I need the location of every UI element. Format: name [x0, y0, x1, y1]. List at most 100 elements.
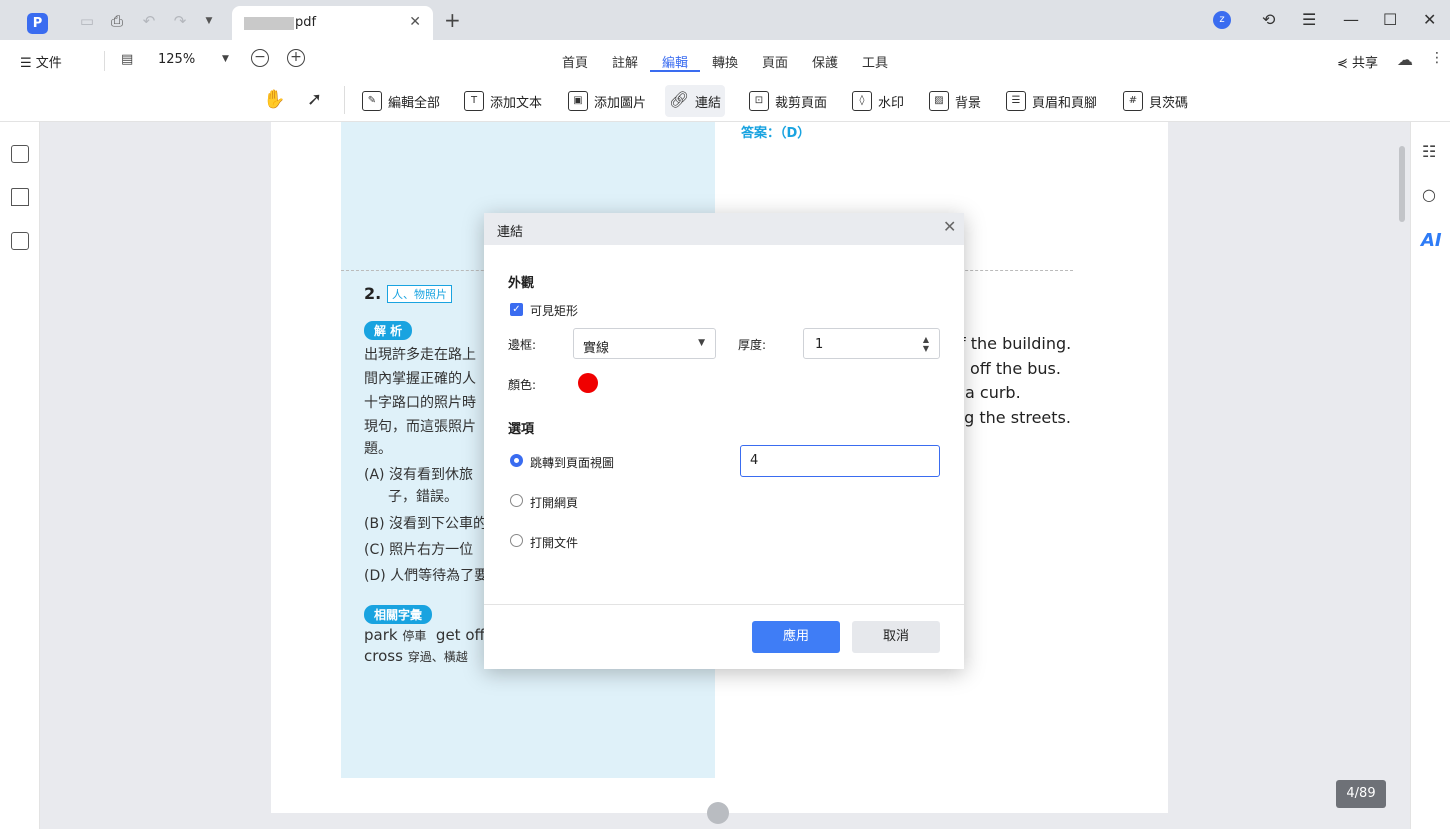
tab-close-icon[interactable]: ✕: [409, 14, 421, 30]
vocab-meaning: 停車: [402, 629, 427, 643]
share-button[interactable]: ⋞ 共享: [1337, 52, 1378, 71]
document-tab[interactable]: pdf ✕: [232, 6, 433, 40]
link-button[interactable]: 🔗︎ 連結: [665, 85, 726, 117]
border-style-select[interactable]: 實線 ▼: [573, 328, 716, 359]
visible-rect-label: 可見矩形: [530, 304, 579, 318]
crop-page-label: 裁剪頁面: [775, 95, 828, 111]
vocab-word: get off: [435, 626, 485, 644]
thickness-stepper[interactable]: 1 ▲ ▼: [803, 328, 940, 359]
print-icon[interactable]: ⎙: [108, 12, 126, 30]
analysis-line: 間內掌握正確的人: [364, 371, 476, 387]
english-line: ng the streets.: [954, 408, 1071, 427]
maximize-icon[interactable]: ☐: [1383, 10, 1397, 30]
decrement-icon[interactable]: ▼: [923, 344, 929, 353]
zoom-in-icon[interactable]: +: [287, 49, 305, 67]
redo-icon[interactable]: ↷: [171, 12, 189, 30]
close-window-icon[interactable]: ✕: [1423, 10, 1436, 30]
bates-number-icon: #: [1123, 91, 1143, 111]
visible-rect-checkbox[interactable]: ✓: [510, 303, 523, 316]
tab-edit[interactable]: 編輯: [662, 52, 688, 71]
background-label: 背景: [955, 95, 982, 111]
quick-access-dropdown-icon[interactable]: ▼: [200, 12, 218, 30]
file-menu-button[interactable]: ☰ 文件: [20, 52, 62, 71]
edit-all-button[interactable]: ✎ 編輯全部: [358, 85, 444, 117]
apply-button[interactable]: 應用: [752, 621, 840, 653]
border-style-value: 實線: [583, 341, 610, 356]
undo-icon[interactable]: ↶: [140, 12, 158, 30]
close-icon[interactable]: ✕: [943, 219, 956, 235]
zoom-value[interactable]: 125%: [158, 52, 195, 67]
bates-number-button[interactable]: # 貝茨碼: [1119, 85, 1192, 117]
zoom-out-icon[interactable]: −: [251, 49, 269, 67]
search-icon[interactable]: ○: [1422, 185, 1436, 204]
thumbnails-icon[interactable]: [11, 145, 29, 163]
vocab-word: cross: [364, 647, 403, 665]
background-button[interactable]: ▨ 背景: [925, 85, 985, 117]
border-label: 邊框:: [508, 338, 537, 352]
color-label: 顏色:: [508, 378, 537, 392]
tab-page[interactable]: 頁面: [762, 52, 788, 71]
add-text-button[interactable]: T 添加文本: [460, 85, 546, 117]
add-image-button[interactable]: ▣ 添加圖片: [564, 85, 650, 117]
option-a: (A) 沒有看到休旅: [364, 467, 473, 483]
bookmark-icon[interactable]: [11, 188, 29, 206]
question-number: 2.: [364, 284, 382, 303]
bates-number-label: 貝茨碼: [1149, 95, 1189, 111]
edit-all-label: 編輯全部: [388, 95, 441, 111]
option-b: (B) 沒看到下公車的: [364, 516, 487, 532]
dialog-title: 連結: [497, 225, 524, 240]
more-options-icon[interactable]: ⋮: [1430, 50, 1444, 66]
link-icon: 🔗︎: [669, 90, 690, 109]
english-line: off the bus.: [970, 359, 1061, 378]
select-tool-icon[interactable]: ➚: [307, 89, 322, 110]
tab-protect[interactable]: 保護: [812, 52, 838, 71]
app-logo-icon[interactable]: P: [27, 13, 48, 34]
appearance-heading: 外觀: [508, 276, 535, 291]
properties-icon[interactable]: ☷: [1422, 142, 1436, 161]
link-dialog: 連結 ✕ 外觀 ✓ 可見矩形 邊框: 實線 ▼ 厚度: 1 ▲ ▼ 顏色: 選項…: [484, 213, 964, 669]
sync-icon[interactable]: ⟲: [1262, 10, 1275, 30]
page-view-icon[interactable]: ▤: [121, 52, 133, 67]
add-image-label: 添加圖片: [594, 95, 647, 111]
increment-icon[interactable]: ▲: [923, 335, 929, 344]
header-footer-button[interactable]: ☰ 頁眉和頁腳: [1002, 85, 1101, 117]
open-file-radio[interactable]: [510, 534, 523, 547]
goto-page-radio[interactable]: [510, 454, 523, 467]
page-indicator: 4/89: [1336, 780, 1386, 808]
avatar[interactable]: z: [1213, 11, 1231, 29]
open-web-label: 打開網頁: [530, 496, 579, 510]
tab-comment[interactable]: 註解: [612, 52, 638, 71]
vertical-scrollbar[interactable]: [1399, 146, 1405, 222]
share-label: 共享: [1352, 56, 1379, 71]
page-number-input[interactable]: 4: [740, 445, 940, 477]
zoom-dropdown-icon[interactable]: ▼: [222, 54, 229, 64]
left-sidebar: [0, 122, 40, 829]
cancel-button[interactable]: 取消: [852, 621, 940, 653]
new-tab-icon[interactable]: +: [444, 10, 461, 30]
add-text-icon: T: [464, 91, 484, 111]
color-swatch[interactable]: [578, 373, 598, 393]
tab-home[interactable]: 首頁: [562, 52, 588, 71]
file-menu-label: 文件: [35, 56, 62, 71]
save-icon[interactable]: ▭: [78, 12, 96, 30]
open-web-radio[interactable]: [510, 494, 523, 507]
analysis-line: 現句，而這張照片: [364, 419, 476, 435]
dialog-header: 連結 ✕: [484, 213, 964, 245]
tab-convert[interactable]: 轉換: [712, 52, 738, 71]
cloud-upload-icon[interactable]: ☁: [1397, 50, 1413, 69]
vocab-pill: 相關字彙: [364, 605, 433, 624]
minimize-icon[interactable]: —: [1343, 10, 1359, 30]
watermark-button[interactable]: ◊ 水印: [848, 85, 908, 117]
analysis-line: 出現許多走在路上: [364, 347, 476, 363]
background-icon: ▨: [929, 91, 949, 111]
comments-icon[interactable]: [11, 232, 29, 250]
divider: [344, 86, 345, 114]
ai-assistant-button[interactable]: AI: [1421, 230, 1442, 251]
tab-tools[interactable]: 工具: [862, 52, 888, 71]
vocab-word: park: [364, 626, 398, 644]
crop-page-button[interactable]: ⊡ 裁剪頁面: [745, 85, 831, 117]
option-d: (D) 人們等待為了要: [364, 568, 489, 584]
title-bar: P ▭ ⎙ ↶ ↷ ▼ pdf ✕ + z ⟲ ☰ — ☐ ✕: [0, 0, 1450, 40]
menu-icon[interactable]: ☰: [1302, 10, 1316, 30]
hand-tool-icon[interactable]: ✋: [263, 89, 285, 110]
